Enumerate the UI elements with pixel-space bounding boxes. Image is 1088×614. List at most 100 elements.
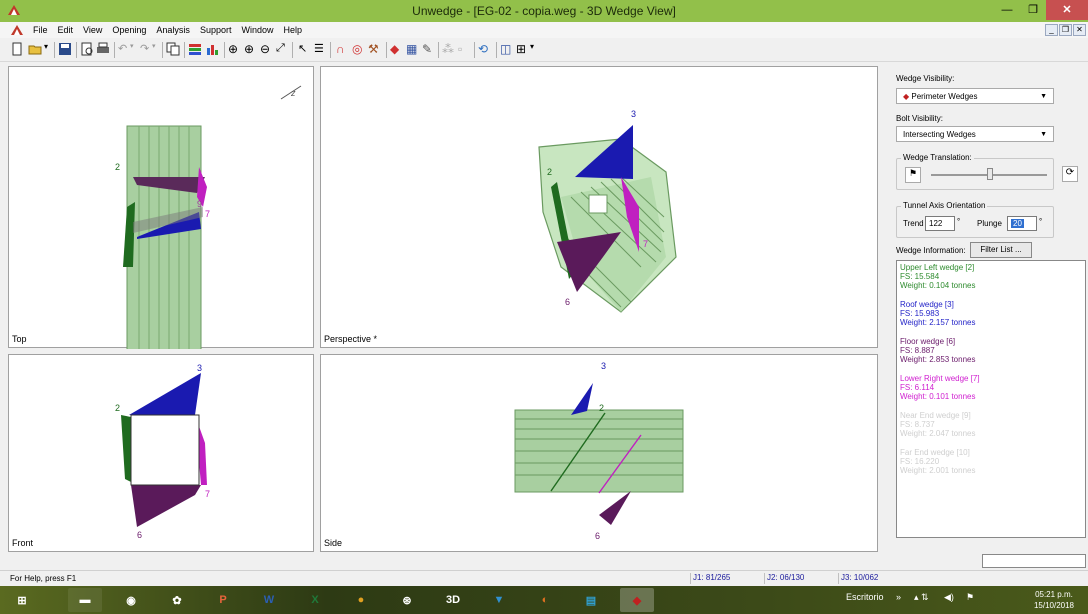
open-folder-icon[interactable] bbox=[28, 42, 42, 56]
volume-icon[interactable]: ◀) bbox=[944, 592, 954, 603]
powerpoint-icon[interactable]: P bbox=[206, 588, 240, 612]
info-viewer-icon[interactable]: ▦ bbox=[406, 42, 420, 56]
reset-translation-button[interactable]: ⟳ bbox=[1062, 166, 1078, 182]
target-icon[interactable]: ◎ bbox=[352, 42, 366, 56]
list-item[interactable]: Far End wedge [10] FS: 16.220 Weight: 2.00… bbox=[900, 448, 1082, 475]
mdi-close-button[interactable]: ✕ bbox=[1073, 24, 1086, 36]
wedge-view-icon[interactable]: ◆ bbox=[390, 42, 404, 56]
print-preview-icon[interactable] bbox=[80, 42, 94, 56]
translation-slider-thumb[interactable] bbox=[987, 168, 993, 180]
unwedge-taskbar-icon[interactable]: ◆ bbox=[620, 588, 654, 612]
wedge-info-list[interactable]: Upper Left wedge [2] FS: 15.584 Weight: 0.… bbox=[896, 260, 1086, 538]
side-view-drawing bbox=[514, 383, 684, 525]
mdi-minimize-button[interactable]: _ bbox=[1045, 24, 1058, 36]
paint-icon[interactable]: ◉ bbox=[114, 588, 148, 612]
list-item[interactable]: Floor wedge [6] FS: 8.887 Weight: 2.853 to… bbox=[900, 337, 1082, 364]
filter-list-button[interactable]: Filter List ... bbox=[970, 242, 1032, 258]
bolt-visibility-value: Intersecting Wedges bbox=[903, 130, 976, 139]
layout-icon[interactable]: ⊞ bbox=[516, 42, 530, 56]
wedge-label-2: 2 bbox=[115, 162, 121, 172]
menu-file[interactable]: File bbox=[28, 25, 53, 35]
mdi-restore-button[interactable]: ❐ bbox=[1059, 24, 1072, 36]
svg-text:z: z bbox=[290, 88, 296, 98]
wedge-label-9: 9 bbox=[197, 199, 203, 209]
wedge-label-2: 2 bbox=[547, 167, 553, 177]
save-icon[interactable] bbox=[58, 42, 72, 56]
perspective-view-drawing bbox=[538, 125, 677, 313]
front-view[interactable]: 2 3 6 7 Front bbox=[8, 354, 314, 552]
select-icon[interactable]: ↖ bbox=[298, 42, 312, 56]
rotate-icon[interactable]: ⟲ bbox=[478, 42, 492, 56]
properties-icon[interactable]: ☰ bbox=[314, 42, 328, 56]
list-item[interactable]: Lower Right wedge [7] FS: 6.114 Weight: 0.… bbox=[900, 374, 1082, 401]
compass-icon: z bbox=[280, 85, 302, 100]
support-icon[interactable]: ▫ bbox=[458, 42, 472, 56]
menu-support[interactable]: Support bbox=[195, 25, 237, 35]
compass-app-icon[interactable]: ⊛ bbox=[390, 588, 424, 612]
perimeter-wedges-icon: ◆ bbox=[903, 92, 910, 101]
close-button[interactable]: ✕ bbox=[1046, 0, 1088, 20]
excel-icon[interactable]: X bbox=[298, 588, 332, 612]
word-icon[interactable]: W bbox=[252, 588, 286, 612]
front-view-label: Front bbox=[12, 538, 34, 548]
wedge-label-6: 6 bbox=[137, 530, 143, 540]
chevron-up-icon[interactable]: » bbox=[896, 592, 901, 602]
joint-set-3-status: J3: 10/062 bbox=[838, 573, 910, 584]
menu-window[interactable]: Window bbox=[236, 25, 278, 35]
list-item[interactable]: Near End wedge [9] FS: 8.737 Weight: 2.047… bbox=[900, 411, 1082, 438]
list-item[interactable]: Upper Left wedge [2] FS: 15.584 Weight: 0.… bbox=[900, 263, 1082, 290]
minimize-button[interactable]: — bbox=[994, 0, 1020, 20]
wedge-translation-label: Wedge Translation: bbox=[901, 153, 974, 162]
side-view[interactable]: 2 3 6 Side bbox=[320, 354, 878, 552]
menu-edit[interactable]: Edit bbox=[53, 25, 79, 35]
network-icon[interactable]: ▴ ⇅ bbox=[914, 592, 929, 603]
open-dropdown-icon[interactable]: ▾ bbox=[44, 42, 58, 56]
chrome-icon[interactable]: ● bbox=[344, 588, 378, 612]
zoom-out-icon[interactable]: ⊖ bbox=[260, 42, 274, 56]
zoom-extents-icon[interactable]: ⤢ bbox=[276, 42, 290, 56]
flag-icon[interactable]: ⚑ bbox=[966, 592, 974, 603]
bar-chart-icon[interactable] bbox=[206, 42, 220, 56]
list-item[interactable]: Roof wedge [3] FS: 15.983 Weight: 2.157 to… bbox=[900, 300, 1082, 327]
paint-3d-icon[interactable]: ✿ bbox=[160, 588, 194, 612]
menu-help[interactable]: Help bbox=[278, 25, 307, 35]
3d-app-icon[interactable]: 3D bbox=[436, 588, 470, 612]
menu-analysis[interactable]: Analysis bbox=[151, 25, 195, 35]
document-icon[interactable] bbox=[10, 24, 24, 36]
top-view[interactable]: z 2 9 7 Top bbox=[8, 66, 314, 353]
zoom-in-icon[interactable]: ⊕ bbox=[244, 42, 258, 56]
desktop-toolbar-label[interactable]: Escritorio bbox=[846, 592, 884, 602]
wedge-label-3: 3 bbox=[631, 109, 637, 119]
restore-button[interactable]: ❐ bbox=[1020, 0, 1046, 20]
plunge-input[interactable]: 20 bbox=[1007, 216, 1037, 231]
start-button[interactable]: ⊞ bbox=[4, 588, 40, 612]
menu-view[interactable]: View bbox=[78, 25, 107, 35]
top-view-drawing bbox=[123, 125, 207, 353]
layers-icon[interactable] bbox=[188, 42, 202, 56]
rocscience-icon[interactable]: ▼ bbox=[482, 588, 516, 612]
copy-icon[interactable] bbox=[166, 42, 180, 56]
opening-icon[interactable]: ∩ bbox=[336, 42, 350, 56]
new-file-icon[interactable] bbox=[10, 42, 24, 56]
wedge-label-3: 3 bbox=[197, 363, 203, 373]
translate-wedge-button[interactable]: ⚑ bbox=[905, 167, 921, 183]
menu-opening[interactable]: Opening bbox=[107, 25, 151, 35]
perspective-view[interactable]: 2 3 6 7 Perspective * bbox=[320, 66, 878, 348]
file-explorer-icon[interactable]: ▬ bbox=[68, 588, 102, 612]
status-input[interactable] bbox=[982, 554, 1086, 568]
layout-dropdown-icon[interactable]: ▾ bbox=[530, 42, 544, 56]
tile-icon[interactable]: ◫ bbox=[500, 42, 514, 56]
bolt-visibility-label: Bolt Visibility: bbox=[896, 114, 943, 123]
bolt-visibility-select[interactable]: Intersecting Wedges ▼ bbox=[896, 126, 1054, 142]
wedge-visibility-select[interactable]: ◆ Perimeter Wedges ▼ bbox=[896, 88, 1054, 104]
firefox-icon[interactable]: ◐ bbox=[528, 588, 562, 612]
trend-input[interactable]: 122 bbox=[925, 216, 955, 231]
redo-dropdown-icon[interactable]: ▾ bbox=[152, 42, 166, 56]
print-icon[interactable] bbox=[96, 42, 110, 56]
bolt-icon[interactable]: ⚒ bbox=[368, 42, 382, 56]
app-icon[interactable]: ▤ bbox=[574, 588, 608, 612]
system-clock[interactable]: 05:21 p.m. 15/10/2018 bbox=[1034, 589, 1074, 611]
export-icon[interactable]: ✎ bbox=[422, 42, 436, 56]
perimeter-icon[interactable]: ⁂ bbox=[442, 42, 456, 56]
zoom-all-icon[interactable]: ⊕ bbox=[228, 42, 242, 56]
